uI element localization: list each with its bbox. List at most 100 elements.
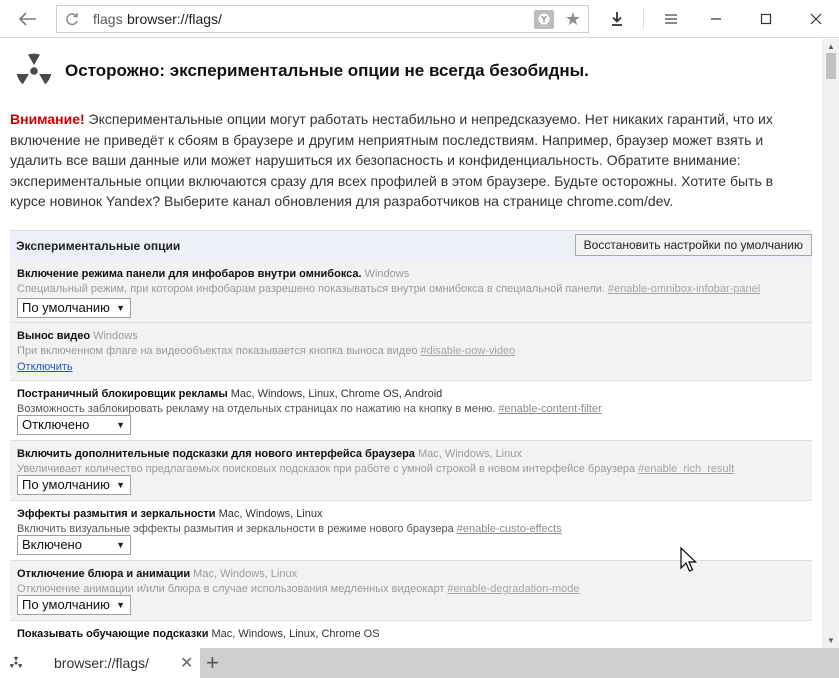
minimize-icon: [711, 18, 721, 20]
minimize-button[interactable]: [705, 8, 727, 30]
experiment-platforms: Windows: [364, 268, 410, 280]
address-bar[interactable]: flags browser://flags/ ★: [56, 5, 589, 33]
experiment-title-line: Включить дополнительные подсказки для но…: [17, 448, 522, 460]
experiment-select[interactable]: По умолчанию ▼: [17, 298, 131, 318]
experiment-description-line: Специальный режим, при котором инфобарам…: [17, 283, 760, 295]
experiment-description-line: Включить визуальные эффекты размытия и з…: [17, 523, 562, 535]
experiment-row: Включение режима панели для инфобаров вн…: [10, 261, 812, 323]
select-value: По умолчанию: [22, 300, 110, 315]
experiment-platforms: Mac, Windows, Linux: [218, 508, 323, 520]
tab-title: browser://flags/: [54, 655, 149, 671]
experiment-title-line: Вынос видео Windows: [17, 330, 138, 342]
reload-button[interactable]: [63, 9, 81, 29]
select-value: По умолчанию: [22, 477, 110, 492]
experiment-anchor-link[interactable]: #enable-content-filter: [498, 403, 601, 415]
experiment-row: Включить дополнительные подсказки для но…: [10, 441, 812, 501]
experiment-platforms: Mac, Windows, Linux: [193, 568, 298, 580]
dropdown-arrow-icon: ▼: [116, 303, 125, 313]
shield-icon: [538, 13, 550, 25]
reload-icon: [66, 13, 78, 26]
warning-body: Экспериментальные опции могут работать н…: [10, 111, 774, 209]
experiment-anchor-link[interactable]: #enable-degradation-mode: [447, 583, 579, 595]
experiment-title-line: Включение режима панели для инфобаров вн…: [17, 268, 409, 280]
dropdown-arrow-icon: ▼: [116, 540, 125, 550]
experiment-platforms: Mac, Windows, Linux, Chrome OS, Android: [230, 388, 443, 400]
url-text[interactable]: browser://flags/: [127, 11, 222, 27]
tab-flags[interactable]: browser://flags/ ✕: [0, 648, 200, 678]
warning-text: Внимание! Экспериментальные опции могут …: [10, 109, 810, 212]
experiment-select[interactable]: По умолчанию ▼: [17, 475, 131, 495]
dropdown-arrow-icon: ▼: [116, 600, 125, 610]
maximize-button[interactable]: [755, 8, 777, 30]
experiment-title: Вынос видео: [17, 330, 91, 342]
restore-defaults-button[interactable]: Восстановить настройки по умолчанию: [574, 234, 812, 256]
url-host: flags: [93, 11, 123, 27]
experiment-description: Включить визуальные эффекты размытия и з…: [17, 523, 454, 535]
bookmark-star-icon[interactable]: ★: [562, 8, 584, 30]
experiment-anchor-link[interactable]: #enable-custo-effects: [457, 523, 562, 535]
experiment-title: Эффекты размытия и зеркальности: [17, 508, 216, 520]
experiment-row: Показывать обучающие подсказки Mac, Windo…: [10, 621, 812, 648]
experiment-title: Постраничный блокировщик рекламы: [17, 388, 228, 400]
experiment-title-line: Показывать обучающие подсказки Mac, Windo…: [17, 628, 380, 640]
experiment-row: Вынос видео Windows При включенном флаге …: [10, 323, 812, 381]
section-title: Экспериментальные опции: [16, 239, 181, 253]
experiment-title: Показывать обучающие подсказки: [17, 628, 209, 640]
back-button[interactable]: [14, 6, 42, 32]
experiment-row: Постраничный блокировщик рекламы Mac, Win…: [10, 381, 812, 441]
experiment-description: При включенном флаге на видеообъектах по…: [17, 345, 418, 357]
experiment-description: Увеличивает количество предлагаемых поис…: [17, 463, 636, 475]
browser-toolbar: flags browser://flags/ ★: [0, 0, 839, 38]
experiment-title: Отключение блюра и анимации: [17, 568, 191, 580]
experiment-description-line: При включенном флаге на видеообъектах по…: [17, 345, 515, 357]
experiment-platforms: Mac, Windows, Linux, Chrome OS: [211, 628, 380, 640]
disable-link[interactable]: Отключить: [17, 361, 73, 373]
experiment-select[interactable]: Включено ▼: [17, 535, 131, 555]
experiment-anchor-link[interactable]: #disable-oow-video: [420, 345, 515, 357]
experiment-description: Возможность заблокировать рекламу на отд…: [17, 403, 496, 415]
experiment-description-line: Возможность заблокировать рекламу на отд…: [17, 403, 602, 415]
dropdown-arrow-icon: ▼: [116, 480, 125, 490]
radiation-favicon-icon: [9, 656, 23, 668]
arrow-left-icon: [18, 12, 36, 26]
experiment-anchor-link[interactable]: #enable-omnibox-infobar-panel: [608, 283, 760, 295]
experiment-platforms: Windows: [93, 330, 138, 342]
experiment-description: Отключение анимации и/или блюра в случае…: [17, 583, 445, 595]
tab-close-icon[interactable]: ✕: [180, 653, 193, 673]
new-tab-plus-icon[interactable]: +: [206, 650, 219, 676]
page-scrollbar[interactable]: ▲ ▼: [822, 39, 839, 648]
close-window-button[interactable]: [805, 8, 827, 30]
select-value: Отключено: [22, 417, 90, 432]
hamburger-icon: [665, 14, 677, 24]
section-header: Экспериментальные опции Восстановить нас…: [10, 230, 812, 261]
experiment-platforms: Mac, Windows, Linux: [417, 448, 522, 460]
dropdown-arrow-icon: ▼: [116, 420, 125, 430]
experiment-title-line: Эффекты размытия и зеркальности Mac, Wind…: [17, 508, 323, 520]
scroll-up-arrow-icon[interactable]: ▲: [827, 42, 835, 51]
yandex-protect-button[interactable]: [534, 10, 554, 29]
download-icon: [612, 12, 622, 26]
scrollbar-thumb[interactable]: [826, 53, 836, 79]
page-title: Осторожно: экспериментальные опции не вс…: [65, 61, 589, 80]
mouse-cursor-icon: [680, 547, 697, 572]
experiment-title-line: Постраничный блокировщик рекламы Mac, Win…: [17, 388, 442, 400]
experiment-anchor-link[interactable]: #enable_rich_result: [638, 463, 734, 475]
select-value: Включено: [22, 537, 82, 552]
menu-button[interactable]: [660, 8, 682, 30]
experiment-title: Включить дополнительные подсказки для но…: [17, 448, 415, 460]
experiment-description-line: Увеличивает количество предлагаемых поис…: [17, 463, 734, 475]
experiment-description: Специальный режим, при котором инфобарам…: [17, 283, 605, 295]
experiment-select[interactable]: По умолчанию ▼: [17, 595, 131, 615]
experiment-title-line: Отключение блюра и анимации Mac, Windows,…: [17, 568, 297, 580]
scroll-down-arrow-icon[interactable]: ▼: [827, 636, 835, 645]
flags-page: Осторожно: экспериментальные опции не вс…: [0, 39, 822, 648]
downloads-button[interactable]: [606, 8, 628, 30]
warning-label: Внимание!: [10, 111, 85, 127]
experiment-title: Включение режима панели для инфобаров вн…: [17, 268, 362, 280]
toolbar-divider: [643, 9, 644, 29]
maximize-icon: [760, 13, 772, 25]
experiment-select[interactable]: Отключено ▼: [17, 415, 131, 435]
select-value: По умолчанию: [22, 597, 110, 612]
tab-bar: browser://flags/ ✕ +: [0, 648, 839, 678]
radiation-hazard-icon: [12, 49, 56, 93]
